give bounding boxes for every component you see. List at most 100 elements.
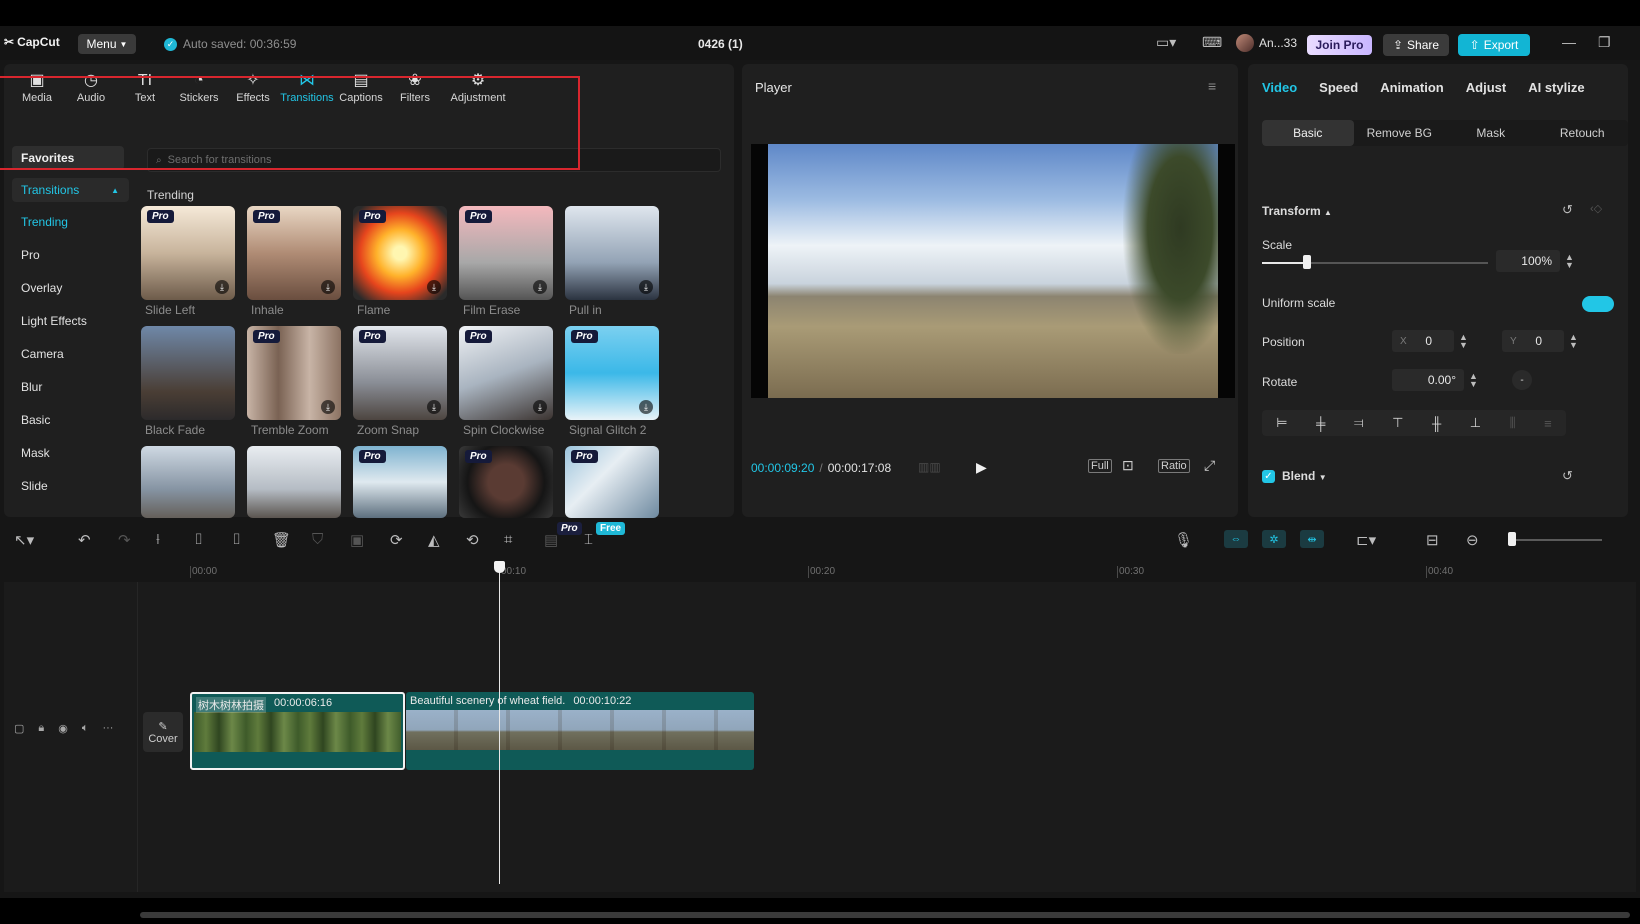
playhead-handle[interactable] (494, 561, 505, 573)
download-icon[interactable]: ⤓ (639, 280, 653, 294)
microphone-icon[interactable]: 🎙 (1174, 531, 1193, 549)
layout-icon[interactable]: ▭▾ (1156, 34, 1176, 51)
subcategory-blur[interactable]: Blur (21, 380, 42, 394)
download-icon[interactable]: ⤓ (639, 400, 653, 414)
marker-icon[interactable]: ⛉ (312, 531, 323, 548)
subcategory-overlay[interactable]: Overlay (21, 281, 62, 295)
split-icon[interactable]: ⟊ (156, 531, 160, 548)
transition-thumbnail[interactable] (141, 446, 235, 518)
split-right-icon[interactable]: ⌷ (232, 531, 241, 548)
visibility-icon[interactable]: ◉ (58, 722, 68, 735)
blend-section[interactable]: Blend ▼ (1282, 469, 1327, 483)
crop-icon[interactable]: ⌗ (504, 531, 512, 548)
cover-button[interactable]: ✎ Cover (143, 712, 183, 752)
transition-thumbnail[interactable]: Pro ⤓ (353, 206, 447, 300)
download-icon[interactable]: ⤓ (533, 400, 547, 414)
minimize-icon[interactable]: — (1562, 34, 1576, 50)
shortcuts-icon[interactable]: ⌨ (1202, 34, 1222, 51)
tab-animation[interactable]: Animation (1380, 80, 1444, 95)
transition-thumbnail[interactable] (247, 446, 341, 518)
main-track-magnet-icon[interactable]: ⇔ (1224, 530, 1248, 548)
rotate-stepper-icon[interactable]: ▲ ▼ (1469, 372, 1478, 389)
auto-caption-icon[interactable]: ▤ (544, 531, 558, 549)
join-pro-button[interactable]: Join Pro (1307, 35, 1372, 55)
download-icon[interactable]: ⤓ (427, 280, 441, 294)
download-icon[interactable]: ⤓ (533, 280, 547, 294)
align-top-icon[interactable]: ⊤ (1392, 415, 1403, 431)
menu-button[interactable]: Menu ▼ (78, 34, 136, 54)
rotate-icon[interactable]: ⟲ (466, 531, 479, 549)
rotate-field[interactable]: 0.00° (1392, 369, 1464, 391)
position-y-stepper-icon[interactable]: ▲ ▼ (1569, 333, 1578, 350)
download-icon[interactable]: ⤓ (321, 280, 335, 294)
transition-thumbnail[interactable]: Pro ⤓ (247, 326, 341, 420)
full-button[interactable]: Full (1088, 459, 1112, 473)
mirror-icon[interactable]: ◭ (428, 531, 440, 549)
subcategory-camera[interactable]: Camera (21, 347, 64, 361)
timeline-scrollbar[interactable] (140, 912, 1630, 918)
download-icon[interactable]: ⤓ (321, 400, 335, 414)
player-menu-icon[interactable]: ≡ (1208, 78, 1216, 94)
subcategory-light-effects[interactable]: Light Effects (21, 314, 87, 328)
tab-ai-stylize[interactable]: AI stylize (1528, 80, 1584, 95)
track-type-icon[interactable]: ▢ (14, 722, 24, 735)
subtab-mask[interactable]: Mask (1445, 120, 1537, 146)
subcategory-trending[interactable]: Trending (21, 215, 68, 229)
tab-video[interactable]: Video (1262, 80, 1297, 95)
undo-icon[interactable]: ↶ (78, 531, 91, 549)
mute-icon[interactable]: 🔈︎ (82, 722, 89, 735)
select-tool-icon[interactable]: ↖▾ (14, 531, 34, 549)
transition-thumbnail[interactable]: Pro (459, 446, 553, 518)
tab-speed[interactable]: Speed (1319, 80, 1358, 95)
video-clip[interactable]: Beautiful scenery of wheat field. 00:00:1… (406, 692, 754, 770)
user-account[interactable]: An...33 (1236, 34, 1297, 52)
delete-icon[interactable]: 🗑 (272, 531, 291, 549)
export-button[interactable]: ⇧ Export (1458, 34, 1530, 56)
subtab-basic[interactable]: Basic (1262, 120, 1354, 146)
screenshot-icon[interactable]: ⊡ (1122, 457, 1134, 474)
position-y-field[interactable]: Y0 (1502, 330, 1564, 352)
split-left-icon[interactable]: ⌷ (194, 531, 203, 548)
lock-icon[interactable]: 🔒︎ (38, 722, 44, 735)
reset-transform-icon[interactable]: ↺ (1562, 202, 1573, 218)
subtab-remove-bg[interactable]: Remove BG (1354, 120, 1446, 146)
zoom-slider-track[interactable] (1516, 539, 1602, 541)
fullscreen-icon[interactable]: ⤢ (1204, 457, 1215, 474)
transition-thumbnail[interactable]: Pro (565, 446, 659, 518)
video-clip[interactable]: 树木树林拍摄 00:00:06:16 (190, 692, 405, 770)
share-button[interactable]: ⇪ Share (1383, 34, 1449, 56)
position-x-stepper-icon[interactable]: ▲ ▼ (1459, 333, 1468, 350)
transition-thumbnail[interactable]: Pro ⤓ (459, 326, 553, 420)
align-middle-v-icon[interactable]: ╫ (1432, 416, 1441, 431)
transition-thumbnail[interactable]: Pro (353, 446, 447, 518)
speed-icon[interactable]: ⟳ (390, 531, 403, 549)
keyframe-icon[interactable]: ‹◇ (1590, 202, 1602, 215)
position-x-field[interactable]: X0 (1392, 330, 1454, 352)
transition-thumbnail[interactable]: Pro ⤓ (565, 326, 659, 420)
smart-cut-icon[interactable]: ⌶ (584, 531, 593, 548)
align-center-h-icon[interactable]: ╪ (1316, 416, 1325, 431)
transition-thumbnail[interactable]: Pro ⤓ (141, 206, 235, 300)
freeze-icon[interactable]: ▣ (350, 531, 364, 549)
distribute-v-icon[interactable]: ≡ (1544, 416, 1552, 431)
timeline-ruler[interactable]: 00:00 00:10 00:20 00:30 00:40 (0, 560, 1640, 582)
transition-thumbnail[interactable]: Pro ⤓ (247, 206, 341, 300)
restore-icon[interactable]: ❐ (1598, 34, 1611, 51)
align-right-icon[interactable]: ⫤ (1354, 415, 1364, 431)
redo-icon[interactable]: ↷ (118, 531, 131, 549)
preview-axis-icon[interactable]: ⊟ (1426, 531, 1439, 549)
playhead-line[interactable] (499, 564, 500, 884)
rotate-dial-icon[interactable]: - (1512, 370, 1532, 390)
reset-blend-icon[interactable]: ↺ (1562, 468, 1573, 484)
zoom-slider-handle[interactable] (1508, 532, 1516, 546)
subcategory-mask[interactable]: Mask (21, 446, 50, 460)
transition-thumbnail[interactable]: Pro ⤓ (353, 326, 447, 420)
transition-thumbnail[interactable] (141, 326, 235, 420)
subcategory-slide[interactable]: Slide (21, 479, 48, 493)
scale-slider-handle[interactable] (1303, 255, 1312, 269)
transform-section[interactable]: Transform ▲ (1262, 204, 1332, 218)
zoom-out-icon[interactable]: ⊖ (1466, 531, 1479, 549)
video-preview[interactable] (751, 144, 1235, 398)
distribute-h-icon[interactable]: ⫼ (1510, 415, 1516, 431)
blend-checkbox[interactable]: ✓ (1262, 470, 1275, 483)
